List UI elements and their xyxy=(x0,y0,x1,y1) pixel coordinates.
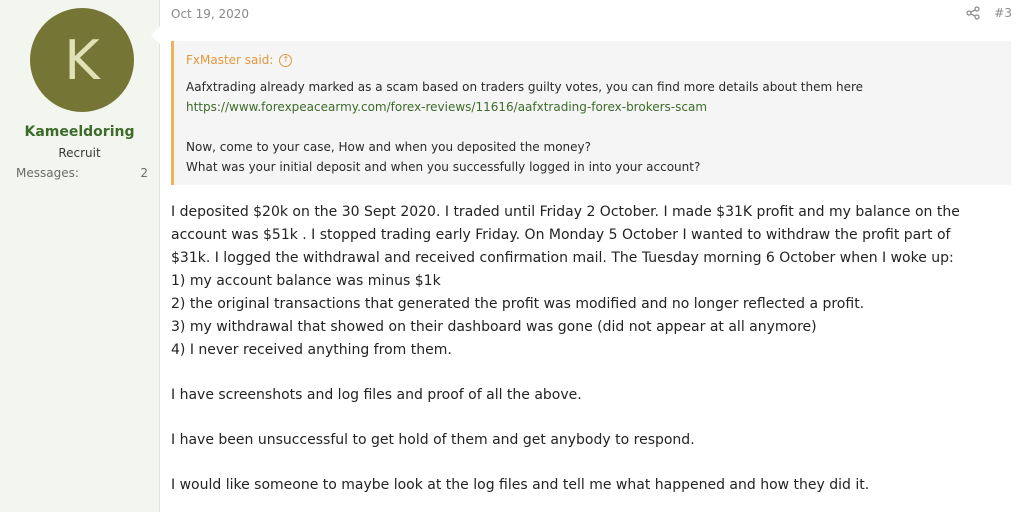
quote-text: Now, come to your case, How and when you… xyxy=(186,140,591,154)
jump-up-icon[interactable]: ↑ xyxy=(279,53,293,67)
post-number[interactable]: #3 xyxy=(994,6,1012,20)
messages-count: 2 xyxy=(140,166,148,180)
quote-block: FxMaster said: ↑ Aafxtrading already mar… xyxy=(171,41,1011,185)
avatar[interactable]: K xyxy=(30,8,134,112)
list-item: 2) the original transactions that genera… xyxy=(171,296,865,312)
messages-label: Messages: xyxy=(16,166,79,180)
list-item: 3) my withdrawal that showed on their da… xyxy=(171,319,817,335)
body-paragraph: I have screenshots and log files and pro… xyxy=(171,387,582,403)
body-line: account was $51k . I stopped trading ear… xyxy=(171,227,951,243)
quote-text: What was your initial deposit and when y… xyxy=(186,160,701,174)
post-actions: #3 xyxy=(966,6,1012,20)
forum-post: K Kameeldoring Recruit Messages: 2 Oct 1… xyxy=(0,0,1024,512)
share-icon[interactable] xyxy=(966,6,980,20)
list-item: 1) my account balance was minus $1k xyxy=(171,273,441,289)
avatar-initial: K xyxy=(64,28,100,92)
body-line: I deposited $20k on the 30 Sept 2020. I … xyxy=(171,204,960,220)
list-item: 4) I never received anything from them. xyxy=(171,342,452,358)
post-body: I deposited $20k on the 30 Sept 2020. I … xyxy=(171,201,1011,497)
user-sidebar: K Kameeldoring Recruit Messages: 2 xyxy=(0,0,160,512)
quote-author[interactable]: FxMaster said: xyxy=(186,50,273,70)
username-link[interactable]: Kameeldoring xyxy=(0,124,159,140)
body-paragraph: I have been unsuccessful to get hold of … xyxy=(171,432,695,448)
messages-stat: Messages: 2 xyxy=(16,166,148,180)
post-date[interactable]: Oct 19, 2020 xyxy=(171,7,249,21)
quote-text: Aafxtrading already marked as a scam bas… xyxy=(186,80,864,94)
quote-header[interactable]: FxMaster said: ↑ xyxy=(186,50,1011,70)
user-title: Recruit xyxy=(58,146,101,160)
body-line: $31k. I logged the withdrawal and receiv… xyxy=(171,250,954,266)
quote-link[interactable]: https://www.forexpeacearmy.com/forex-rev… xyxy=(186,97,1011,117)
body-paragraph: I would like someone to maybe look at th… xyxy=(171,477,870,493)
post-main: Oct 19, 2020 #3 FxMaster said: ↑ Aafxtra… xyxy=(159,0,1024,512)
